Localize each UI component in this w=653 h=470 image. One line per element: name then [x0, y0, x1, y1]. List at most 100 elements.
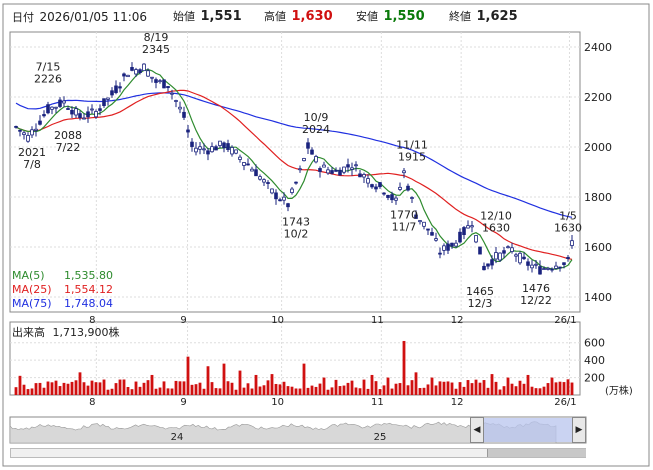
volume-bar [166, 388, 170, 395]
candle-body [474, 235, 478, 243]
candle-body [254, 169, 258, 177]
candle-body [338, 169, 342, 176]
volume-bar [54, 380, 58, 395]
volume-bar [518, 380, 522, 395]
candle-body [446, 243, 450, 251]
volume-bar [458, 382, 462, 395]
candle-body [510, 247, 514, 252]
volume-bar [250, 388, 254, 395]
price-y-tick: 1600 [584, 241, 612, 254]
price-annotation: 2024 [302, 123, 330, 136]
volume-bar [26, 389, 30, 395]
volume-bar [406, 385, 410, 395]
candle-body [318, 168, 322, 172]
volume-bar [162, 381, 166, 395]
volume-bar [530, 386, 534, 395]
volume-bar [298, 388, 302, 395]
candle-body [394, 197, 398, 201]
volume-bar [470, 383, 474, 395]
candle-body [470, 225, 474, 228]
volume-bar [38, 382, 42, 395]
candle-body [178, 106, 182, 110]
volume-bar [378, 389, 382, 395]
candle-body [110, 90, 114, 96]
volume-bar [526, 374, 530, 395]
volume-x-tick: 10 [271, 397, 284, 408]
candle-body [486, 263, 490, 267]
volume-bar [350, 380, 354, 395]
volume-bar [494, 381, 498, 395]
price-chart: 1400160018002000220024008899101011111212… [2, 3, 650, 467]
navigator-right-button[interactable]: ▶ [572, 417, 586, 443]
price-x-tick: 9 [180, 315, 186, 326]
candle-body [54, 106, 58, 109]
volume-bar [30, 388, 34, 395]
volume-bar [322, 377, 326, 395]
candle-body [274, 192, 278, 200]
ma25-label: MA(25) [12, 283, 52, 296]
candle-body [62, 100, 66, 104]
volume-bar [326, 389, 330, 395]
volume-bar [442, 381, 446, 395]
navigator-year-label: 25 [374, 432, 387, 443]
volume-x-tick: 9 [180, 397, 186, 408]
volume-bar [150, 374, 154, 395]
volume-bar [482, 380, 486, 395]
candle-body [158, 80, 162, 83]
candle-body [502, 250, 506, 254]
volume-bar [130, 389, 134, 395]
candle-body [530, 264, 534, 269]
price-annotation: 1630 [482, 222, 510, 235]
price-annotation: 11/7 [392, 221, 417, 234]
navigator-scroll-thumb[interactable] [487, 449, 586, 457]
candle-body [78, 113, 82, 119]
volume-bar [430, 377, 434, 395]
candle-body [418, 220, 422, 223]
volume-bar [102, 379, 106, 395]
navigator-scrollbar[interactable] [10, 448, 586, 458]
volume-bar [254, 374, 258, 395]
volume-bar [454, 388, 458, 395]
stock-chart-widget: 日付 2026/01/05 11:06 始値 1,551 高値 1,630 安値… [0, 0, 653, 470]
volume-bar [258, 386, 262, 395]
candle-body [298, 168, 302, 171]
volume-x-tick: 8 [89, 397, 95, 408]
candle-body [402, 170, 406, 174]
volume-bar [154, 388, 158, 395]
volume-bar [118, 379, 122, 395]
volume-bar [226, 381, 230, 395]
candle-body [194, 147, 198, 153]
navigator-left-button[interactable]: ◀ [470, 417, 484, 443]
volume-y-tick: 400 [584, 354, 605, 367]
volume-bar [134, 381, 138, 395]
volume-bar [46, 381, 50, 395]
price-annotation: 12/22 [520, 294, 552, 307]
candle-body [226, 143, 230, 150]
price-annotation: 7/22 [56, 141, 81, 154]
candle-body [382, 192, 386, 195]
volume-bar [554, 382, 558, 395]
volume-bar [450, 382, 454, 395]
volume-bar [462, 386, 466, 395]
price-annotation: 12/3 [468, 297, 493, 310]
volume-bar [270, 374, 274, 395]
volume-y-tick: 200 [584, 372, 605, 385]
candle-body [550, 268, 554, 271]
volume-bar [390, 388, 394, 395]
volume-bar [174, 380, 178, 395]
candle-body [146, 70, 150, 77]
candle-body [74, 108, 78, 116]
volume-header: 出来高 1,713,900株 [12, 324, 119, 340]
candle-body [166, 86, 170, 89]
volume-bar [218, 388, 222, 395]
price-annotation: 2226 [34, 73, 62, 86]
candle-body [114, 85, 118, 94]
candle-body [154, 79, 158, 83]
candle-body [334, 169, 338, 172]
volume-bar [570, 382, 574, 395]
volume-bar [114, 383, 118, 395]
candle-body [222, 142, 226, 149]
candle-body [526, 261, 530, 266]
volume-bar [58, 386, 62, 395]
candle-body [562, 262, 566, 265]
